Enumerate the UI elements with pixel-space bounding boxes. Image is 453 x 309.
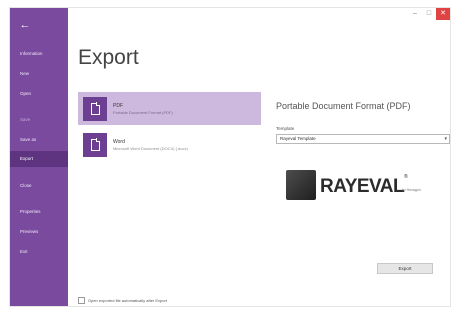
format-name: Word xyxy=(113,138,125,145)
export-button[interactable]: Export xyxy=(377,263,433,274)
format-item-word[interactable]: Word Microsoft Word Document (DOCX) (.do… xyxy=(78,128,261,161)
back-arrow-icon[interactable]: ← xyxy=(18,18,32,32)
sidebar-item-information[interactable]: Information xyxy=(10,46,68,62)
sidebar-item-save-as[interactable]: Save as xyxy=(10,132,68,148)
app-window: ← Information New Open Save Save as Expo… xyxy=(10,8,450,306)
close-icon[interactable]: ✕ xyxy=(436,8,450,20)
sidebar-item-previews[interactable]: Previews xyxy=(10,224,68,240)
document-icon xyxy=(83,96,107,121)
rayeval-logo: RAYEVAL ® by Hexagon xyxy=(286,167,426,207)
format-item-pdf[interactable]: PDF Portable Document Format (PDF) xyxy=(78,92,261,125)
template-label: Template xyxy=(276,126,295,131)
sidebar-item-open[interactable]: Open xyxy=(10,86,68,102)
page-title: Export xyxy=(78,46,139,69)
sidebar-item-close[interactable]: Close xyxy=(10,178,68,194)
template-value: Rayeval Template xyxy=(280,136,316,141)
document-icon xyxy=(83,132,107,157)
open-after-export-label: Open exported file automatically after E… xyxy=(88,298,167,303)
sidebar: ← Information New Open Save Save as Expo… xyxy=(10,8,68,306)
template-select[interactable]: Rayeval Template ▾ xyxy=(276,134,450,144)
detail-title: Portable Document Format (PDF) xyxy=(276,101,411,111)
sidebar-item-save[interactable]: Save xyxy=(10,112,68,128)
chevron-down-icon: ▾ xyxy=(444,136,447,142)
sidebar-item-exit[interactable]: Exit xyxy=(10,244,68,260)
minimize-icon[interactable]: – xyxy=(408,8,422,20)
logo-subtitle: by Hexagon xyxy=(402,188,421,192)
sidebar-item-export[interactable]: Export xyxy=(10,151,68,167)
logo-text: RAYEVAL xyxy=(320,176,405,197)
format-description: Microsoft Word Document (DOCX) (.docx) xyxy=(113,145,188,151)
format-description: Portable Document Format (PDF) xyxy=(113,109,173,115)
open-after-export-option[interactable]: Open exported file automatically after E… xyxy=(78,297,167,304)
open-after-export-checkbox[interactable] xyxy=(78,297,85,304)
logo-trademark: ® xyxy=(404,174,408,180)
format-name: PDF xyxy=(113,102,123,109)
sidebar-item-new[interactable]: New xyxy=(10,66,68,82)
sidebar-item-properties[interactable]: Properties xyxy=(10,204,68,220)
window-controls: – □ ✕ xyxy=(408,8,450,20)
logo-mark xyxy=(286,170,316,200)
maximize-icon[interactable]: □ xyxy=(422,8,436,20)
